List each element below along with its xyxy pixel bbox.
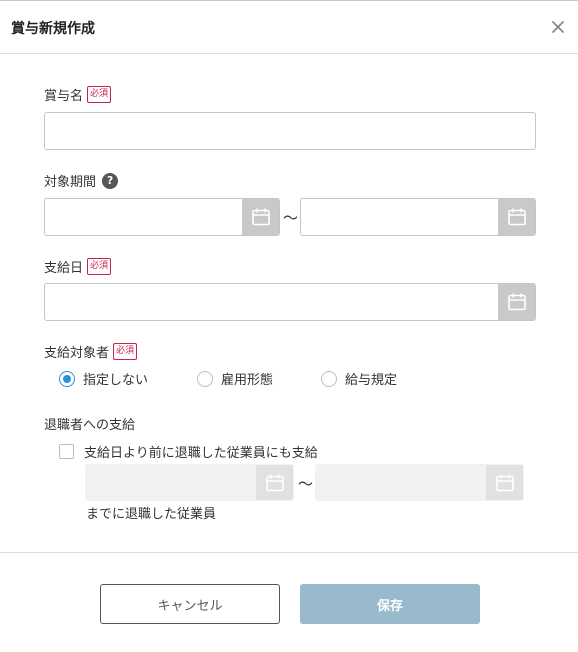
bonus-name-input[interactable] bbox=[44, 112, 536, 150]
retiree-end-field bbox=[315, 464, 524, 501]
required-badge: 必須 bbox=[113, 343, 138, 360]
calendar-icon[interactable] bbox=[242, 199, 279, 235]
retiree-checkbox-label: 支給日より前に退職した従業員にも支給 bbox=[84, 446, 318, 461]
period-end-field bbox=[300, 198, 536, 236]
save-button[interactable]: 保存 bbox=[300, 584, 480, 624]
bonus-name-label: 賞与名 必須 bbox=[44, 85, 112, 104]
calendar-icon[interactable] bbox=[498, 284, 535, 320]
calendar-icon[interactable] bbox=[256, 465, 293, 500]
pay-date-label: 支給日 必須 bbox=[44, 257, 112, 276]
retiree-start-input[interactable] bbox=[86, 465, 256, 500]
retiree-start-field bbox=[85, 464, 294, 501]
required-badge: 必須 bbox=[87, 86, 112, 103]
calendar-icon[interactable] bbox=[498, 199, 535, 235]
modal-header: 賞与新規作成 bbox=[0, 1, 578, 54]
radio-option-label: 雇用形態 bbox=[221, 373, 274, 388]
retiree-label-text: 退職者への支給 bbox=[44, 418, 136, 433]
period-end-input[interactable] bbox=[301, 199, 498, 235]
radio-button[interactable] bbox=[197, 370, 213, 387]
pay-date-input[interactable] bbox=[45, 284, 498, 320]
radio-option-none[interactable]: 指定しない bbox=[59, 369, 148, 388]
pay-date-label-text: 支給日 bbox=[44, 261, 84, 276]
retiree-end-input[interactable] bbox=[316, 465, 486, 500]
radio-option-label: 給与規定 bbox=[345, 373, 398, 388]
radio-option-pay-rule[interactable]: 給与規定 bbox=[321, 369, 397, 388]
required-badge: 必須 bbox=[87, 258, 112, 275]
radio-button[interactable] bbox=[321, 370, 337, 387]
radio-option-label: 指定しない bbox=[83, 373, 149, 388]
calendar-icon[interactable] bbox=[486, 465, 523, 500]
retiree-checkbox[interactable] bbox=[59, 444, 74, 459]
close-icon[interactable] bbox=[548, 17, 568, 37]
period-label: 対象期間 ? bbox=[44, 171, 119, 190]
retiree-separator: 〜 bbox=[298, 475, 314, 493]
bonus-name-label-text: 賞与名 bbox=[44, 89, 84, 104]
bonus-create-modal: 賞与新規作成 賞与名 必須 対象期間 ? 〜 支給日 必須 支給対象者 必須 指… bbox=[0, 0, 578, 652]
modal-title: 賞与新規作成 bbox=[11, 21, 95, 37]
period-separator: 〜 bbox=[283, 209, 299, 227]
retiree-checkbox-row[interactable]: 支給日より前に退職した従業員にも支給 bbox=[59, 442, 318, 461]
retiree-caption: までに退職した従業員 bbox=[86, 507, 217, 522]
period-start-input[interactable] bbox=[45, 199, 242, 235]
help-icon[interactable]: ? bbox=[102, 172, 119, 189]
retiree-label: 退職者への支給 bbox=[44, 414, 135, 433]
target-label: 支給対象者 必須 bbox=[44, 342, 138, 361]
radio-button[interactable] bbox=[59, 370, 75, 387]
radio-option-employment-type[interactable]: 雇用形態 bbox=[197, 369, 273, 388]
target-label-text: 支給対象者 bbox=[44, 346, 110, 361]
period-start-field bbox=[44, 198, 280, 236]
pay-date-field bbox=[44, 283, 536, 321]
modal-footer: キャンセル 保存 bbox=[0, 552, 578, 652]
cancel-button[interactable]: キャンセル bbox=[100, 584, 280, 624]
period-label-text: 対象期間 bbox=[44, 175, 97, 190]
